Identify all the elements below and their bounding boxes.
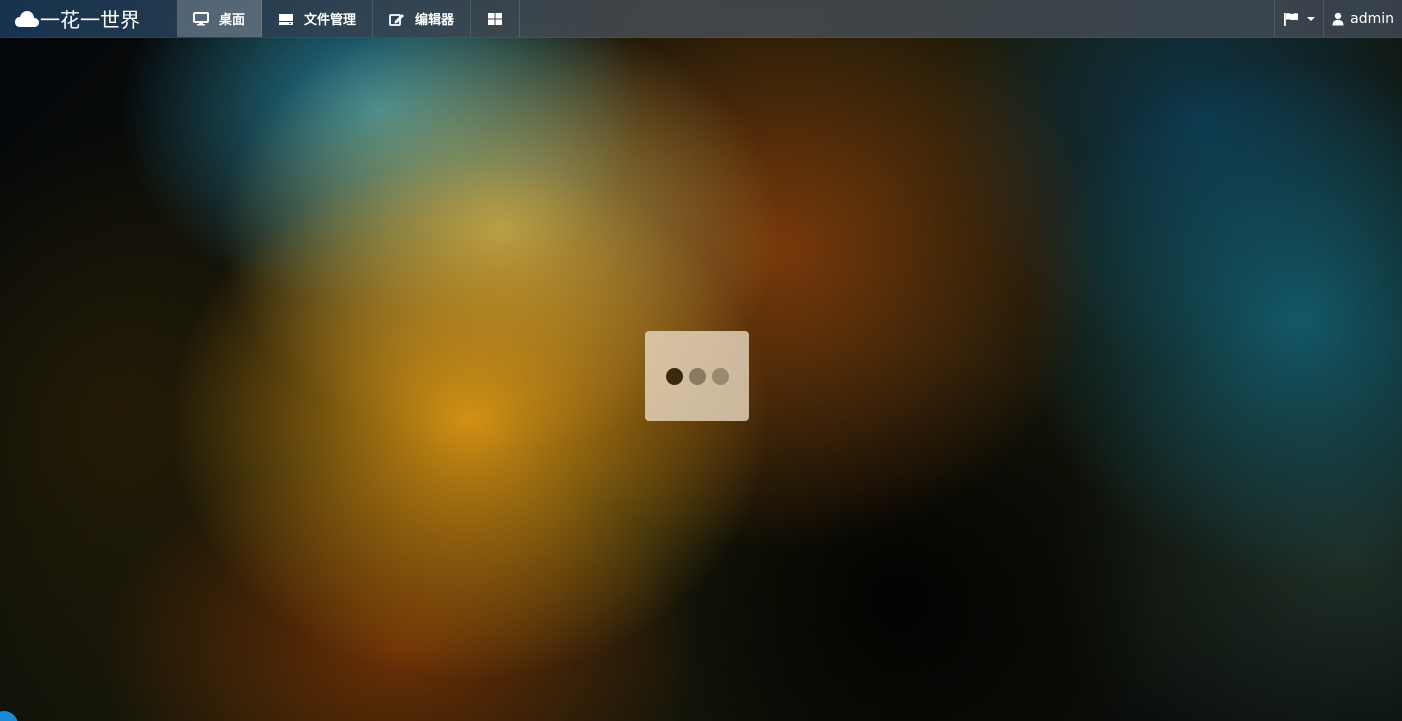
loading-indicator [645, 331, 749, 421]
loading-dot [665, 367, 683, 385]
top-navbar: 一花一世界 桌面 文件管理 编辑器 admin [0, 0, 1402, 38]
monitor-icon [193, 11, 209, 25]
brand[interactable]: 一花一世界 [0, 0, 177, 37]
edit-icon [389, 13, 405, 26]
chevron-down-icon [1307, 16, 1316, 21]
brand-title: 一花一世界 [40, 8, 140, 32]
hdd-icon [279, 13, 294, 25]
cloud-icon [15, 10, 39, 27]
user-menu[interactable]: admin [1323, 0, 1402, 37]
loading-dot [688, 367, 706, 385]
user-icon [1332, 12, 1344, 25]
nav-tab-file-manager[interactable]: 文件管理 [262, 0, 374, 37]
loading-dot [711, 367, 729, 385]
language-dropdown[interactable] [1274, 0, 1323, 37]
nav-tab-file-manager-label: 文件管理 [304, 13, 357, 28]
nav-tab-desktop-label: 桌面 [219, 13, 246, 28]
nav-right: admin [1274, 0, 1402, 37]
nav-tab-editor-label: 编辑器 [415, 13, 455, 28]
nav-tab-editor[interactable]: 编辑器 [373, 0, 472, 37]
grid-icon [488, 12, 503, 25]
username: admin [1350, 10, 1394, 27]
flag-icon [1284, 12, 1299, 26]
nav-tab-desktop[interactable]: 桌面 [177, 0, 263, 37]
nav-tab-apps[interactable] [471, 0, 521, 37]
